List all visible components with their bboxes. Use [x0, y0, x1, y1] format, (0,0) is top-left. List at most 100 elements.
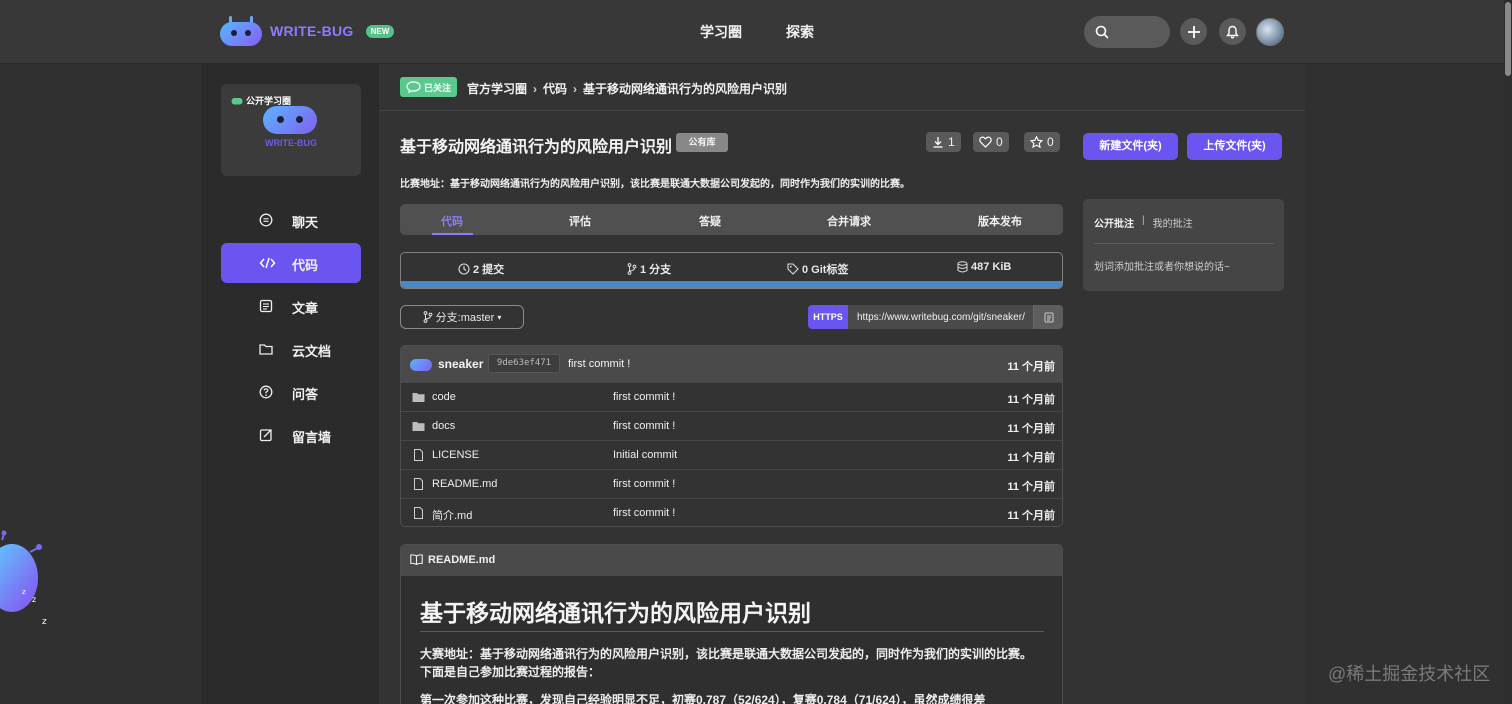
active-tab-indicator: [432, 233, 473, 235]
chat-bubble-icon: [406, 81, 421, 93]
create-button[interactable]: [1180, 18, 1207, 45]
sidebar-item-qa[interactable]: 问答: [221, 372, 361, 412]
mascot-robot-icon[interactable]: z z z: [0, 530, 60, 630]
file-name[interactable]: docs: [432, 420, 455, 432]
notifications-button[interactable]: [1219, 18, 1246, 45]
tag-icon: [787, 263, 799, 275]
comments-divider: [1094, 243, 1274, 244]
search-input[interactable]: [1084, 16, 1170, 48]
file-time: 11 个月前: [1007, 452, 1055, 464]
sidebar-item-message-wall[interactable]: 留言墙: [221, 415, 361, 455]
breadcrumb-item-repo[interactable]: 基于移动网络通讯行为的风险用户识别: [583, 80, 787, 97]
file-icon: [414, 449, 423, 461]
scrollbar-thumb[interactable]: [1505, 2, 1511, 76]
file-row[interactable]: LICENSE Initial commit 11 个月前: [401, 440, 1062, 469]
star-button[interactable]: 0: [1024, 132, 1060, 152]
commits-stat[interactable]: 2 提交: [458, 261, 504, 277]
book-icon: [410, 554, 423, 565]
question-icon: [259, 385, 273, 399]
new-file-button[interactable]: 新建文件(夹): [1083, 133, 1178, 160]
readme-divider: [420, 631, 1044, 632]
branch-selector[interactable]: 分支:master ▾: [400, 305, 524, 329]
heart-icon: [979, 136, 992, 148]
robot-small-icon: [231, 98, 243, 105]
tab-evaluation[interactable]: 评估: [569, 213, 591, 229]
code-icon: [259, 257, 276, 269]
file-row[interactable]: code first commit ! 11 个月前: [401, 382, 1062, 411]
protocol-button[interactable]: HTTPS: [808, 305, 848, 329]
file-commit-message[interactable]: first commit !: [613, 420, 675, 432]
like-button[interactable]: 0: [973, 132, 1009, 152]
readme-paragraph: 大赛地址：基于移动网络通讯行为的风险用户识别，该比赛是联通大数据公司发起的，同时…: [420, 647, 1033, 679]
file-row[interactable]: 简介.md first commit ! 11 个月前: [401, 498, 1062, 526]
file-commit-message[interactable]: first commit !: [613, 478, 675, 490]
file-commit-message[interactable]: first commit !: [613, 391, 675, 403]
sidebar-item-label: 留言墙: [292, 430, 332, 445]
branches-stat[interactable]: 1 分支: [627, 261, 671, 277]
sidebar-item-cloud-docs[interactable]: 云文档: [221, 329, 361, 369]
folder-icon: [412, 393, 425, 402]
breadcrumb: 已关注 官方学习圈 › 代码 › 基于移动网络通讯行为的风险用户识别: [379, 64, 1305, 111]
folder-icon: [412, 422, 425, 431]
file-time: 11 个月前: [1007, 510, 1055, 522]
file-name[interactable]: README.md: [432, 478, 497, 490]
file-name[interactable]: code: [432, 391, 456, 403]
sidebar-item-label: 代码: [292, 258, 319, 273]
file-commit-message[interactable]: first commit !: [613, 507, 675, 519]
chat-icon: [259, 213, 273, 227]
chevron-right-icon: ›: [573, 81, 578, 96]
brand-name: WRITE-BUG: [270, 23, 354, 39]
clone-url-box: HTTPS https://www.writebug.com/git/sneak…: [808, 305, 1063, 329]
user-avatar[interactable]: [1256, 18, 1284, 46]
sidebar-item-chat[interactable]: 聊天: [221, 200, 361, 240]
tab-qa[interactable]: 答疑: [699, 213, 721, 229]
top-navbar: WRITE-BUG NEW 学习圈 探索: [0, 0, 1512, 64]
file-commit-message[interactable]: Initial commit: [613, 449, 677, 461]
file-name[interactable]: LICENSE: [432, 449, 479, 461]
follow-button[interactable]: 已关注: [400, 77, 458, 97]
file-list: sneaker 9de63ef471 first commit ! 11 个月前…: [400, 345, 1063, 527]
readme-panel: README.md 基于移动网络通讯行为的风险用户识别 大赛地址：基于移动网络通…: [400, 544, 1063, 704]
branch-icon: [627, 263, 637, 275]
commit-message[interactable]: first commit !: [568, 358, 630, 370]
tags-stat[interactable]: 0 Git标签: [787, 261, 848, 277]
file-name[interactable]: 简介.md: [432, 507, 472, 523]
edit-icon: [259, 429, 272, 442]
file-row[interactable]: README.md first commit ! 11 个月前: [401, 469, 1062, 498]
repo-description: 比赛地址：基于移动网络通讯行为的风险用户识别，该比赛是联通大数据公司发起的，同时…: [400, 179, 910, 190]
sidebar-item-code[interactable]: 代码: [221, 243, 361, 283]
sidebar-item-articles[interactable]: 文章: [221, 286, 361, 326]
branch-label: 分支:master: [435, 312, 495, 324]
breadcrumb-item-code[interactable]: 代码: [543, 80, 567, 97]
commit-author-avatar[interactable]: [410, 356, 432, 371]
breadcrumb-item-circle[interactable]: 官方学习圈: [467, 80, 527, 97]
tab-merge-requests[interactable]: 合并请求: [827, 213, 871, 229]
brand-logo[interactable]: WRITE-BUG NEW: [220, 16, 395, 46]
chevron-down-icon: ▾: [497, 312, 502, 322]
nav-explore[interactable]: 探索: [786, 22, 814, 42]
page-scrollbar[interactable]: [1504, 0, 1512, 704]
nav-learning-circle[interactable]: 学习圈: [700, 22, 742, 42]
download-button[interactable]: 1: [926, 132, 961, 152]
copy-url-button[interactable]: [1033, 305, 1063, 329]
file-time: 11 个月前: [1007, 423, 1055, 435]
like-count: 0: [996, 135, 1003, 149]
main-content: 已关注 官方学习圈 › 代码 › 基于移动网络通讯行为的风险用户识别 基于移动网…: [379, 64, 1305, 704]
star-icon: [1030, 136, 1043, 148]
file-row[interactable]: docs first commit ! 11 个月前: [401, 411, 1062, 440]
sidebar-item-label: 聊天: [292, 215, 319, 230]
tab-public-comments[interactable]: 公开批注: [1094, 215, 1134, 230]
tab-code[interactable]: 代码: [441, 213, 463, 229]
visibility-badge: 公有库: [676, 133, 728, 152]
commit-author[interactable]: sneaker: [438, 357, 483, 371]
clone-url-input[interactable]: https://www.writebug.com/git/sneaker/: [848, 305, 1033, 329]
tab-my-comments[interactable]: 我的批注: [1153, 215, 1193, 230]
project-card[interactable]: 公开学习圈 WRITE-BUG: [221, 84, 361, 176]
star-count: 0: [1047, 135, 1054, 149]
commit-hash[interactable]: 9de63ef471: [488, 354, 560, 373]
tab-releases[interactable]: 版本发布: [978, 213, 1022, 229]
file-icon: [414, 507, 423, 519]
upload-file-button[interactable]: 上传文件(夹): [1187, 133, 1282, 160]
readme-heading: 基于移动网络通讯行为的风险用户识别: [420, 600, 811, 626]
database-icon: [957, 261, 968, 273]
